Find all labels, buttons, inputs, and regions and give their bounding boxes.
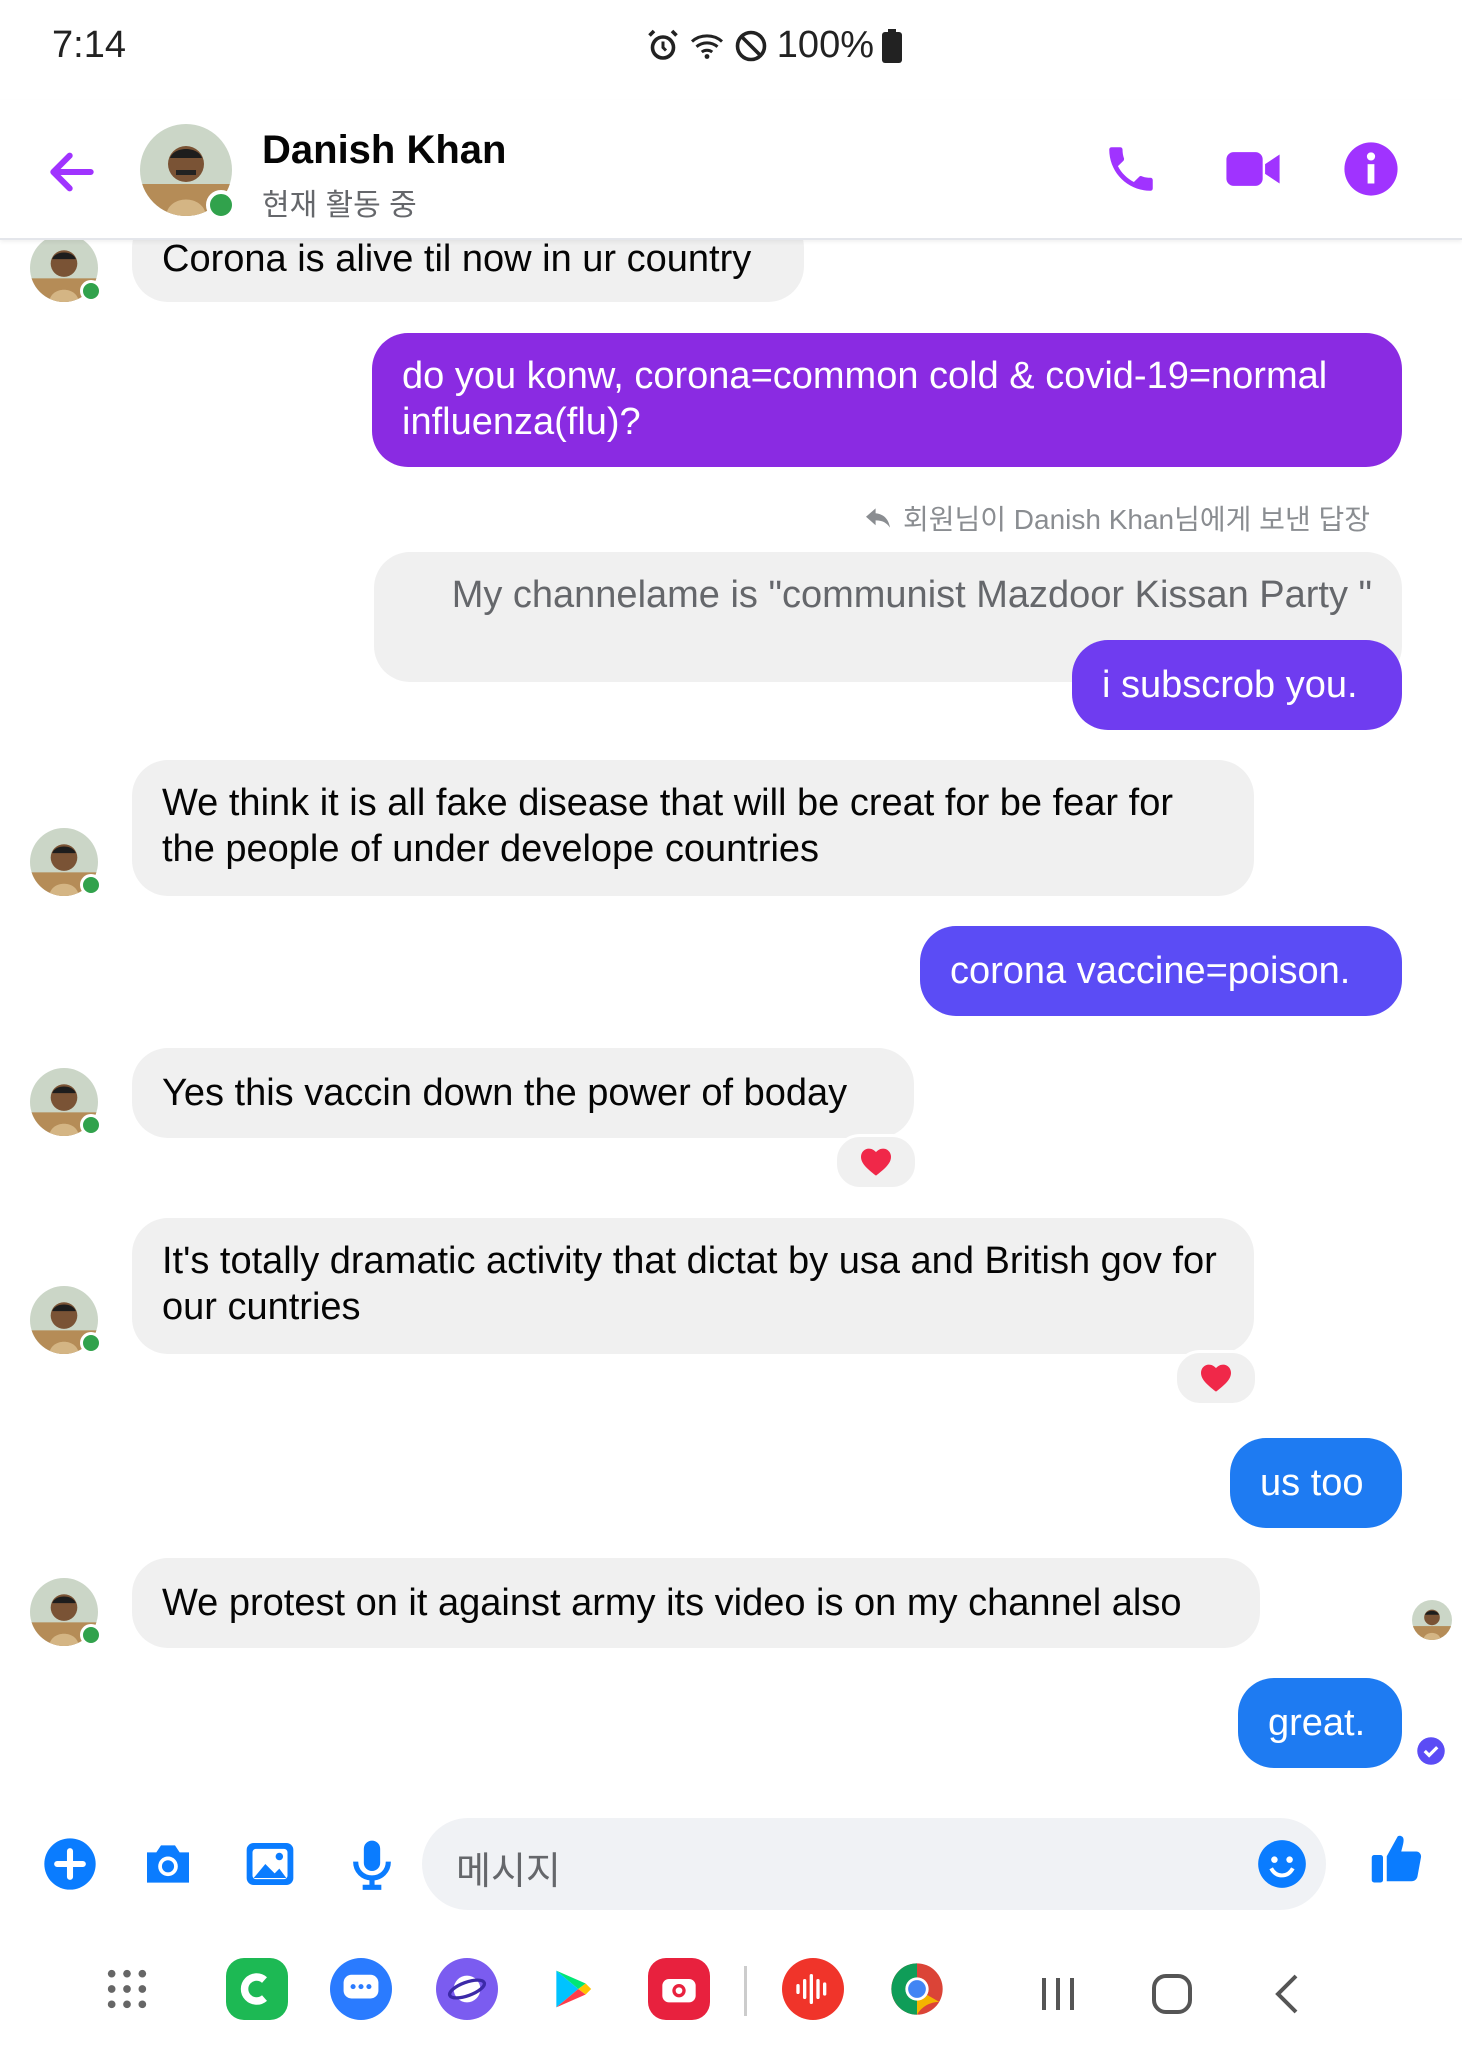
messages-app-icon[interactable] <box>330 1958 392 2020</box>
message-bubble-received[interactable]: Yes this vaccin down the power of boday <box>132 1048 914 1138</box>
heart-icon <box>861 1148 891 1176</box>
play-store-icon[interactable] <box>540 1958 602 2020</box>
do-not-disturb-icon <box>735 30 767 61</box>
message-bubble-received[interactable]: We think it is all fake disease that wil… <box>132 760 1254 896</box>
like-thumbs-up-icon[interactable] <box>1368 1830 1428 1890</box>
phone-call-icon[interactable] <box>1102 140 1160 198</box>
camera-app-icon[interactable] <box>648 1958 710 2020</box>
online-indicator <box>80 1624 102 1646</box>
online-indicator <box>80 1114 102 1136</box>
online-indicator <box>80 874 102 896</box>
internet-app-icon[interactable] <box>436 1958 498 2020</box>
status-icons: 100% <box>645 24 902 67</box>
battery-percent: 100% <box>776 24 874 66</box>
recent-apps-icon[interactable] <box>1034 1970 1082 2018</box>
message-bubble-sent[interactable]: great. <box>1238 1678 1402 1768</box>
delivered-check-icon <box>1417 1737 1445 1765</box>
alarm-icon <box>648 29 678 60</box>
voice-recorder-icon[interactable] <box>782 1958 844 2020</box>
online-indicator <box>80 280 102 302</box>
dock-divider <box>744 1966 747 2016</box>
heart-icon <box>1201 1364 1231 1392</box>
message-bubble-sent[interactable]: i subscrob you. <box>1072 640 1402 730</box>
contact-status: 현재 활동 중 <box>262 189 417 222</box>
contact-name[interactable]: Danish Khan <box>262 128 506 173</box>
message-bubble-sent[interactable]: do you konw, corona=common cold & covid-… <box>372 333 1402 467</box>
message-bubble-sent[interactable]: corona vaccine=poison. <box>920 926 1402 1016</box>
online-indicator <box>80 1332 102 1354</box>
microphone-icon[interactable] <box>344 1836 400 1892</box>
chat-header: Danish Khan 현재 활동 중 <box>0 100 1462 240</box>
online-indicator <box>206 190 236 220</box>
home-icon[interactable] <box>1148 1970 1196 2018</box>
message-input[interactable]: 메시지 <box>422 1818 1326 1910</box>
add-icon[interactable] <box>42 1836 98 1892</box>
status-bar: 7:14 100% <box>0 0 1462 100</box>
video-call-icon[interactable] <box>1222 140 1284 198</box>
reaction-badge[interactable] <box>1174 1350 1258 1406</box>
phone-app-icon[interactable] <box>226 1958 288 2020</box>
chrome-app-icon[interactable] <box>886 1958 948 2020</box>
back-nav-icon[interactable] <box>1264 1970 1312 2018</box>
seen-by-avatar <box>1412 1600 1452 1640</box>
reply-indicator: 회원님이 Danish Khan님에게 보낸 답장 <box>863 498 1370 538</box>
status-time: 7:14 <box>52 24 126 66</box>
reply-note-text: 회원님이 Danish Khan님에게 보낸 답장 <box>902 504 1370 535</box>
reply-arrow-icon <box>865 508 890 528</box>
message-bubble-received[interactable]: It's totally dramatic activity that dict… <box>132 1218 1254 1354</box>
back-arrow-icon[interactable] <box>44 144 100 200</box>
gallery-icon[interactable] <box>242 1836 298 1892</box>
app-drawer-icon[interactable] <box>104 1966 150 2012</box>
emoji-icon[interactable] <box>1256 1838 1308 1890</box>
wifi-icon <box>690 33 723 59</box>
info-icon[interactable] <box>1342 140 1400 198</box>
message-bubble-received[interactable]: We protest on it against army its video … <box>132 1558 1260 1648</box>
camera-icon[interactable] <box>140 1836 196 1892</box>
message-bubble-sent[interactable]: us too <box>1230 1438 1402 1528</box>
reaction-badge[interactable] <box>834 1134 918 1190</box>
battery-icon <box>882 28 902 63</box>
